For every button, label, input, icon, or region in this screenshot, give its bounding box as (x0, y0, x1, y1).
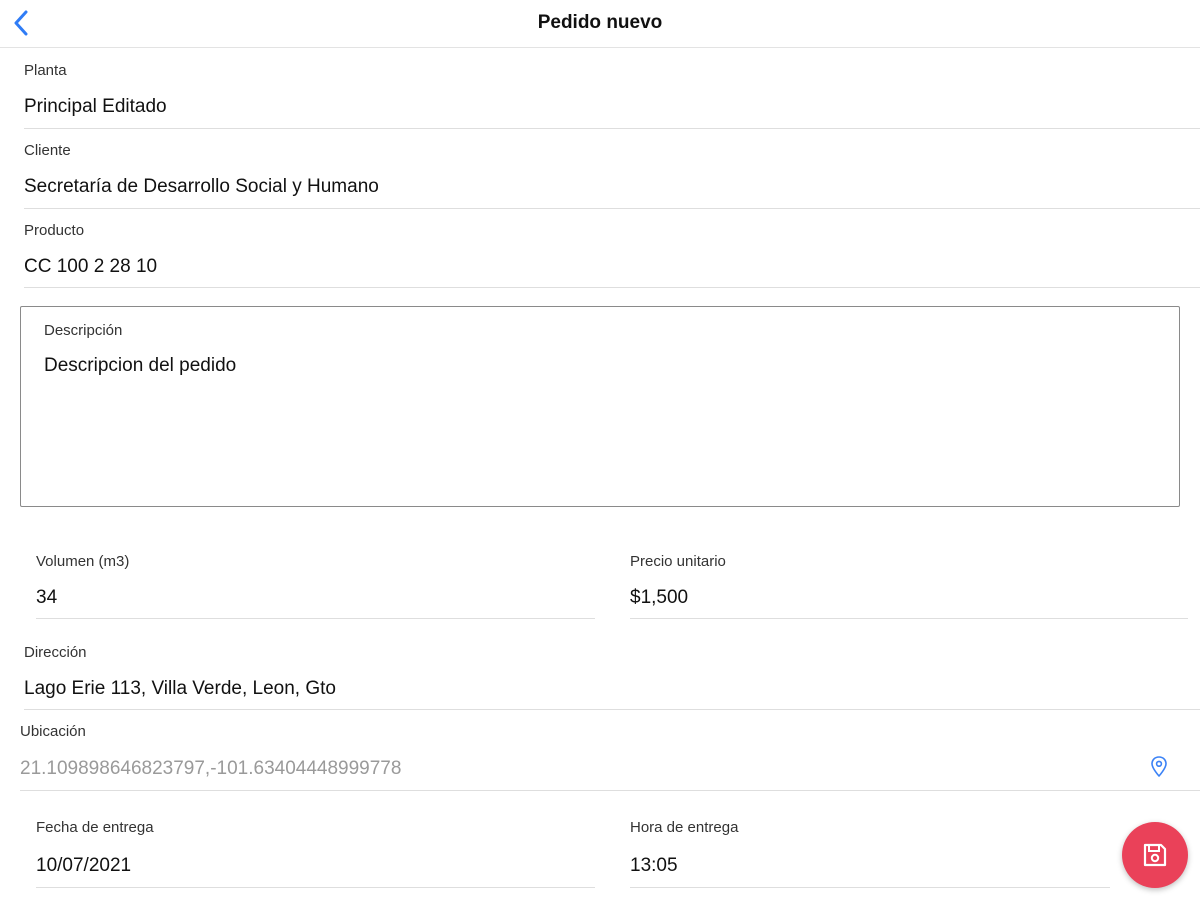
hora-entrega-label: Hora de entrega (630, 819, 739, 836)
direccion-value: Lago Erie 113, Villa Verde, Leon, Gto (24, 678, 336, 699)
app-root: Pedido nuevo Planta Principal Editado Cl… (0, 0, 1200, 900)
volumen-field[interactable]: Volumen (m3) 34 (36, 553, 595, 619)
direccion-label: Dirección (24, 644, 87, 661)
hora-entrega-field[interactable]: Hora de entrega 13:05 (630, 819, 1110, 888)
producto-label: Producto (24, 222, 85, 239)
precio-label: Precio unitario (630, 553, 726, 570)
fecha-entrega-field[interactable]: Fecha de entrega 10/07/2021 (36, 819, 595, 888)
producto-value: CC 100 2 28 10 (24, 256, 158, 277)
cliente-value: Secretaría de Desarrollo Social y Humano (24, 176, 379, 197)
save-fab-button[interactable] (1122, 822, 1188, 888)
ubicacion-field[interactable]: Ubicación 21.109898646823797,-101.634044… (20, 723, 1200, 791)
ubicacion-label: Ubicación (20, 723, 86, 740)
top-nav-bar: Pedido nuevo (0, 0, 1200, 48)
cliente-label: Cliente (24, 142, 71, 159)
page-title: Pedido nuevo (537, 12, 663, 33)
descripcion-textarea[interactable]: Descripción Descripcion del pedido (20, 306, 1180, 507)
volumen-label: Volumen (m3) (36, 553, 130, 570)
descripcion-value: Descripcion del pedido (44, 355, 237, 376)
planta-value: Principal Editado (24, 96, 167, 117)
producto-field[interactable]: Producto CC 100 2 28 10 (24, 222, 1200, 288)
location-pin-button[interactable] (1148, 755, 1170, 779)
map-pin-icon (1151, 756, 1167, 777)
fecha-entrega-value: 10/07/2021 (36, 855, 132, 876)
planta-field[interactable]: Planta Principal Editado (24, 62, 1200, 129)
hora-entrega-value: 13:05 (630, 855, 678, 876)
precio-field[interactable]: Precio unitario $1,500 (630, 553, 1188, 619)
fecha-entrega-label: Fecha de entrega (36, 819, 154, 836)
cliente-field[interactable]: Cliente Secretaría de Desarrollo Social … (24, 142, 1200, 209)
direccion-field[interactable]: Dirección Lago Erie 113, Villa Verde, Le… (24, 644, 1200, 710)
descripcion-label: Descripción (44, 322, 123, 339)
precio-value: $1,500 (630, 587, 689, 608)
volumen-value: 34 (36, 587, 58, 608)
planta-label: Planta (24, 62, 67, 79)
save-icon (1143, 843, 1167, 867)
ubicacion-value: 21.109898646823797,-101.63404448999778 (20, 758, 402, 779)
